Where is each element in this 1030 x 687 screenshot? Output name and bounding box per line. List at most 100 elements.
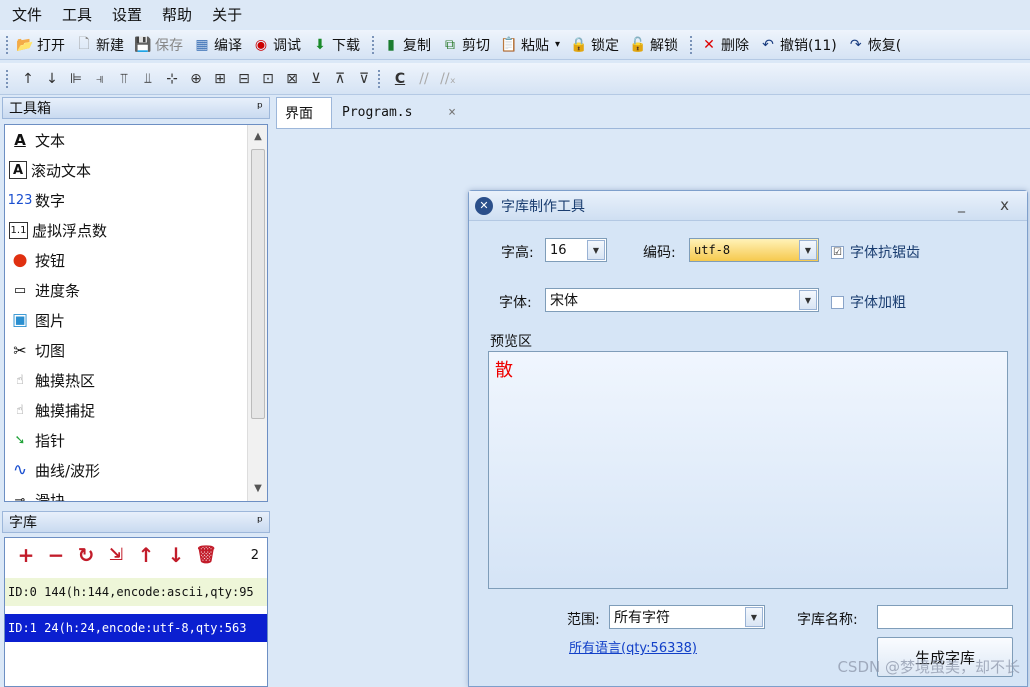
- fontlib-row-selected[interactable]: ID:1 24(h:24,encode:utf-8,qty:563: [5, 614, 267, 642]
- tool-item-float[interactable]: 1.1 虚拟浮点数: [5, 215, 267, 245]
- trash-icon[interactable]: 🗑: [191, 542, 221, 568]
- minimize-icon[interactable]: _: [958, 197, 965, 213]
- same-width-icon[interactable]: ⊟: [232, 68, 256, 90]
- arrow-up-icon[interactable]: ↑: [131, 542, 161, 568]
- toolbox-scrollbar[interactable]: ▲ ▼: [247, 125, 267, 501]
- tool-item-text[interactable]: A 文本: [5, 125, 267, 155]
- center-vertical-icon[interactable]: ⊕: [184, 68, 208, 90]
- unlock-button[interactable]: 🔓 解锁: [629, 35, 678, 55]
- align-top-icon[interactable]: ⫪: [112, 68, 136, 90]
- pin-icon[interactable]: ᵖ: [257, 100, 263, 116]
- refresh-icon[interactable]: ↻: [71, 542, 101, 568]
- toolbar-grip[interactable]: [690, 35, 694, 54]
- chevron-down-icon[interactable]: ▼: [587, 240, 605, 260]
- delete-button[interactable]: ✕ 删除: [700, 35, 749, 55]
- document-tabs: 界面 Program.s ×: [276, 97, 1030, 128]
- tool-item-curve[interactable]: ∿ 曲线/波形: [5, 455, 267, 485]
- toolbox-header: 工具箱 ᵖ: [2, 97, 270, 119]
- chevron-down-icon[interactable]: ▼: [799, 240, 817, 260]
- font-select[interactable]: 宋体 ▼: [545, 288, 819, 312]
- chevron-down-icon[interactable]: ▼: [745, 607, 763, 627]
- tab-program[interactable]: Program.s ×: [334, 97, 464, 128]
- c-code-icon[interactable]: C: [388, 68, 412, 90]
- preview-label: 预览区: [490, 334, 532, 350]
- range-label: 范围:: [567, 612, 600, 628]
- tool-item-image[interactable]: ▣ 图片: [5, 305, 267, 335]
- comment-icon[interactable]: //: [412, 68, 436, 90]
- menu-about[interactable]: 关于: [212, 4, 242, 25]
- lock-button[interactable]: 🔒 锁定: [570, 35, 619, 55]
- save-button[interactable]: 💾 保存: [134, 35, 183, 55]
- paste-dropdown-icon[interactable]: ▾: [555, 39, 560, 50]
- cut-button[interactable]: ⧉ 剪切: [441, 35, 490, 55]
- h-spacing-icon[interactable]: ⊻: [304, 68, 328, 90]
- toolbar-grip[interactable]: [372, 35, 376, 54]
- tool-item-touch-area[interactable]: ☝ 触摸热区: [5, 365, 267, 395]
- fontlib-count: 2: [250, 547, 259, 563]
- tool-item-pointer[interactable]: ➘ 指针: [5, 425, 267, 455]
- arrow-down-icon[interactable]: ↓: [161, 542, 191, 568]
- compile-button[interactable]: ▦ 编译: [193, 35, 242, 55]
- remove-icon[interactable]: −: [41, 542, 71, 568]
- align-left-icon[interactable]: ⊫: [64, 68, 88, 90]
- fontlib-name-input[interactable]: [877, 605, 1013, 629]
- cut-icon: ⧉: [445, 36, 455, 53]
- tool-item-touch-capture[interactable]: ☝ 触摸捕捉: [5, 395, 267, 425]
- dialog-title: 字库制作工具: [501, 198, 585, 215]
- tool-item-button[interactable]: ● 按钮: [5, 245, 267, 275]
- menu-tools[interactable]: 工具: [62, 4, 92, 25]
- encode-select[interactable]: utf-8 ▼: [689, 238, 819, 262]
- toolbar-grip[interactable]: [378, 69, 382, 88]
- antialias-checkbox[interactable]: ☑ 字体抗锯齿: [831, 242, 920, 262]
- all-languages-link[interactable]: 所有语言(qty:56338): [569, 637, 697, 656]
- move-up-icon[interactable]: ↑: [16, 68, 40, 90]
- tool-item-cut-image[interactable]: ✂ 切图: [5, 335, 267, 365]
- add-icon[interactable]: +: [11, 542, 41, 568]
- toolbar-grip[interactable]: [6, 35, 10, 54]
- new-button[interactable]: 🗋 新建: [75, 35, 124, 55]
- center-both-icon[interactable]: ⊞: [208, 68, 232, 90]
- close-icon[interactable]: x: [1000, 196, 1009, 214]
- toolbar-grip[interactable]: [6, 69, 10, 88]
- name-label: 字库名称:: [797, 612, 858, 628]
- fontlib-row[interactable]: ID:0 144(h:144,encode:ascii,qty:95: [5, 578, 267, 606]
- tool-item-number[interactable]: 123 数字: [5, 185, 267, 215]
- distribute-icon[interactable]: ⊽: [352, 68, 376, 90]
- scroll-down-icon[interactable]: ▼: [248, 479, 267, 499]
- move-down-icon[interactable]: ↓: [40, 68, 64, 90]
- redo-button[interactable]: ↷ 恢复(: [847, 35, 901, 55]
- download-button[interactable]: ⬇ 下载: [311, 35, 360, 55]
- same-size-icon[interactable]: ⊠: [280, 68, 304, 90]
- scroll-up-icon[interactable]: ▲: [248, 127, 267, 147]
- dialog-titlebar[interactable]: ✕ 字库制作工具 _ x: [469, 191, 1027, 221]
- menu-help[interactable]: 帮助: [162, 4, 192, 25]
- uncomment-icon[interactable]: //ₓ: [436, 68, 460, 90]
- menu-settings[interactable]: 设置: [112, 4, 142, 25]
- range-select[interactable]: 所有字符 ▼: [609, 605, 765, 629]
- scissors-icon: ✂: [13, 340, 27, 360]
- paste-button[interactable]: 📋 粘贴 ▾: [500, 35, 560, 55]
- scroll-thumb[interactable]: [251, 149, 265, 419]
- open-button[interactable]: 📂 打开: [16, 35, 65, 55]
- tool-item-progress[interactable]: ▭ 进度条: [5, 275, 267, 305]
- unlock-icon: 🔓: [629, 36, 647, 53]
- chevron-down-icon[interactable]: ▼: [799, 290, 817, 310]
- center-horizontal-icon[interactable]: ⊹: [160, 68, 184, 90]
- height-select[interactable]: 16 ▼: [545, 238, 607, 262]
- tool-item-slider[interactable]: ⊸ 滑块: [5, 485, 267, 502]
- undo-button[interactable]: ↶ 撤销(11): [759, 35, 837, 55]
- copy-button[interactable]: ▮ 复制: [382, 35, 431, 55]
- export-icon[interactable]: ⇲: [101, 542, 131, 568]
- same-height-icon[interactable]: ⊡: [256, 68, 280, 90]
- debug-button[interactable]: ◉ 调试: [252, 35, 301, 55]
- v-spacing-icon[interactable]: ⊼: [328, 68, 352, 90]
- tool-item-scroll-text[interactable]: A 滚动文本: [5, 155, 267, 185]
- slider-icon: ⊸: [14, 492, 26, 502]
- align-right-icon[interactable]: ⫣: [88, 68, 112, 90]
- close-tab-icon[interactable]: ×: [448, 105, 456, 120]
- pin-icon[interactable]: ᵖ: [257, 514, 263, 530]
- tab-ui[interactable]: 界面: [276, 97, 332, 128]
- bold-checkbox[interactable]: 字体加粗: [831, 292, 906, 312]
- menu-file[interactable]: 文件: [12, 4, 42, 25]
- align-bottom-icon[interactable]: ⫫: [136, 68, 160, 90]
